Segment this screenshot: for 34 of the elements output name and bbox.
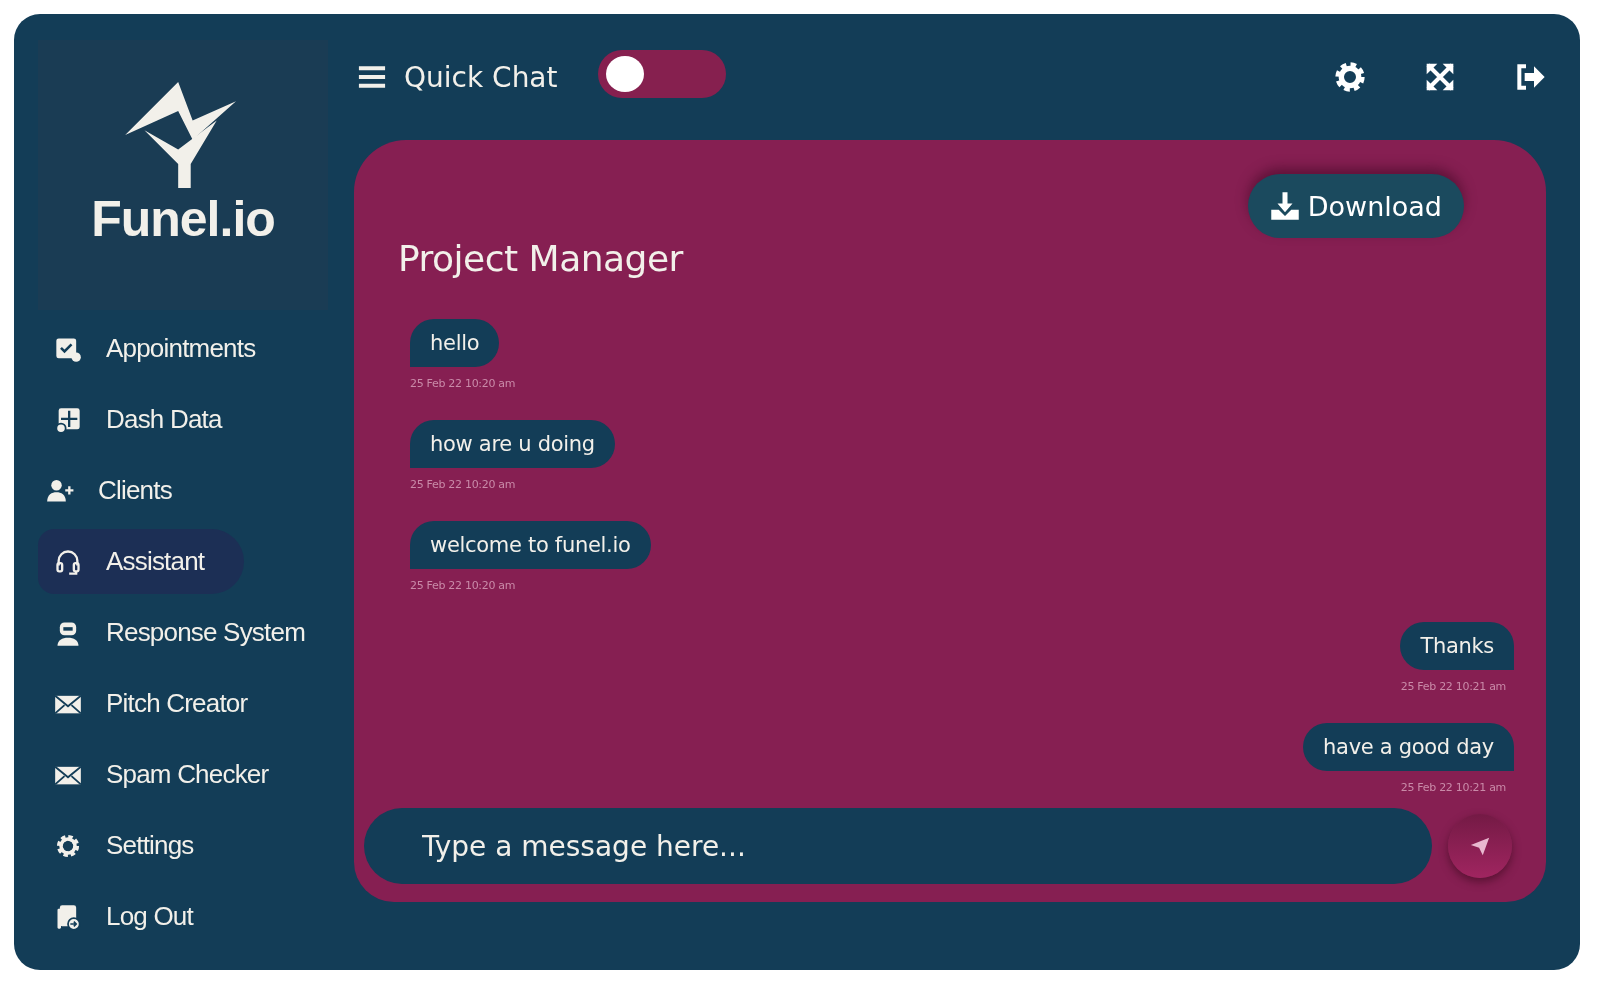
quick-chat-label: Quick Chat [404, 60, 558, 94]
message-time: 25 Feb 22 10:20 am [410, 377, 516, 390]
nav-item[interactable]: Clients [38, 458, 212, 523]
settings-icon[interactable] [1334, 61, 1366, 93]
send-icon [1469, 835, 1491, 857]
send-button[interactable] [1448, 814, 1512, 878]
message-time: 25 Feb 22 10:20 am [410, 579, 516, 592]
message-bubble: have a good day [1303, 723, 1514, 771]
chat-title: Project Manager [398, 238, 683, 279]
dashboard-icon [54, 405, 82, 434]
brand-name: Funel.io [91, 190, 275, 248]
nav-item[interactable]: Spam Checker [38, 742, 309, 807]
nav-item[interactable]: Pitch Creator [38, 671, 288, 736]
download-button[interactable]: Download [1247, 174, 1464, 238]
message-bubble: Thanks [1400, 622, 1514, 670]
menu-icon[interactable] [358, 65, 386, 89]
message-input[interactable]: Type a message here... [364, 808, 1432, 884]
nav-item[interactable]: Log Out [38, 884, 233, 949]
fullscreen-icon[interactable] [1424, 61, 1456, 93]
nav-item[interactable]: Settings [38, 813, 234, 878]
message-bubble: hello [410, 319, 500, 367]
quick-chat-toggle[interactable] [597, 50, 726, 98]
nav-item[interactable]: Appointments [38, 316, 296, 381]
message-bubble: how are u doing [410, 420, 615, 468]
message-time: 25 Feb 22 10:21 am [1400, 781, 1506, 794]
logout-icon[interactable] [1514, 61, 1546, 93]
nav-item[interactable]: Response System [38, 600, 345, 665]
nav-item[interactable]: Dash Data [38, 387, 262, 452]
headset-icon [54, 547, 82, 576]
message-time: 25 Feb 22 10:21 am [1400, 680, 1506, 693]
nav-item[interactable]: Assistant [38, 529, 245, 594]
message-time: 25 Feb 22 10:20 am [410, 478, 516, 491]
download-icon [1269, 191, 1300, 221]
message-bubble: welcome to funel.io [410, 521, 651, 569]
